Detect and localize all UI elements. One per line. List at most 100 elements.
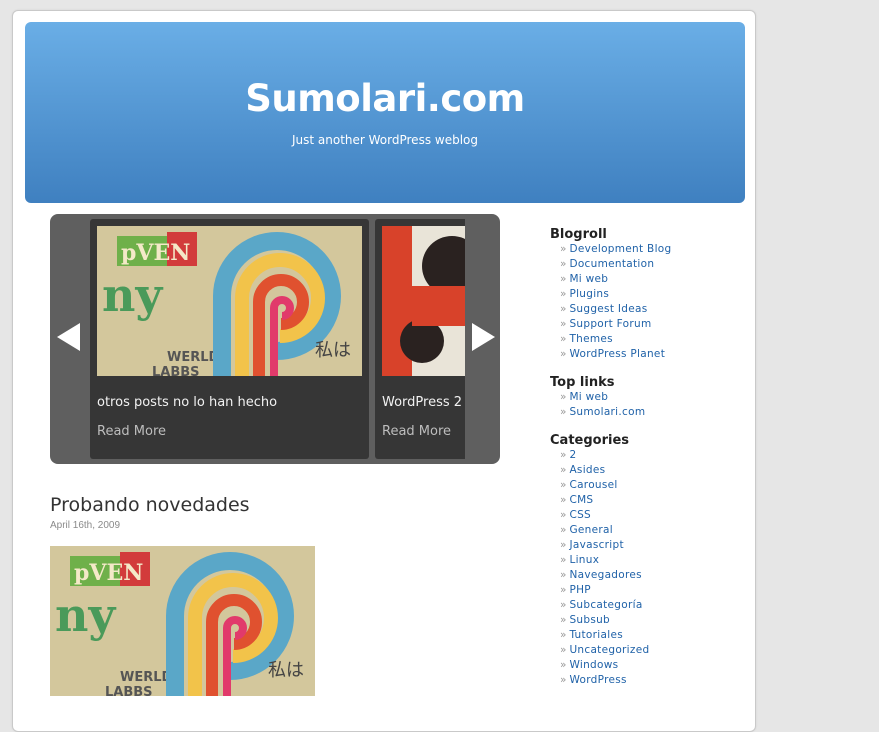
category-item: » General xyxy=(560,523,750,538)
category-item: » CMS xyxy=(560,493,750,508)
carousel-viewport: pVEN ny WERLD LABBS 私は otros posts no lo… xyxy=(90,219,465,459)
blogroll-link[interactable]: Suggest Ideas xyxy=(569,303,647,315)
blogroll-item: » Themes xyxy=(560,332,750,347)
category-link[interactable]: General xyxy=(569,524,612,536)
svg-text:私は: 私は xyxy=(315,340,351,361)
category-item: » Asides xyxy=(560,463,750,478)
site-title[interactable]: Sumolari.com xyxy=(25,77,745,120)
slide-title[interactable]: WordPress 2 xyxy=(382,395,462,410)
slide-thumbnail[interactable]: pVEN ny WERLD LABBS 私は xyxy=(97,226,362,376)
category-link[interactable]: Asides xyxy=(569,464,605,476)
category-item: » Subsub xyxy=(560,613,750,628)
category-link[interactable]: Javascript xyxy=(569,539,623,551)
blogroll-link[interactable]: Themes xyxy=(569,333,613,345)
carousel-next-button[interactable] xyxy=(469,319,497,355)
category-item: » Uncategorized xyxy=(560,643,750,658)
svg-text:ny: ny xyxy=(55,588,116,642)
bullet-icon: » xyxy=(560,599,567,611)
category-link[interactable]: Windows xyxy=(569,659,618,671)
bullet-icon: » xyxy=(560,479,567,491)
slide-thumbnail[interactable] xyxy=(382,226,465,376)
bullet-icon: » xyxy=(560,509,567,521)
category-item: » Navegadores xyxy=(560,568,750,583)
sidebar: Blogroll » Development Blog » Documentatio… xyxy=(550,227,750,688)
toplinks-item: » Mi web xyxy=(560,390,750,405)
bullet-icon: » xyxy=(560,539,567,551)
post-image[interactable]: pVEN ny WERLD LABBS 私は xyxy=(50,546,315,696)
blogroll-link[interactable]: Development Blog xyxy=(569,243,671,255)
toplinks-widget: Top links » Mi web » Sumolari.com xyxy=(550,375,750,420)
carousel-prev-button[interactable] xyxy=(55,319,83,355)
site-tagline: Just another WordPress weblog xyxy=(291,133,478,147)
right-arrow-icon xyxy=(472,323,495,351)
blogroll-item: » Documentation xyxy=(560,257,750,272)
bullet-icon: » xyxy=(560,449,567,461)
category-link[interactable]: Subsub xyxy=(569,614,610,626)
bullet-icon: » xyxy=(560,524,567,536)
bullet-icon: » xyxy=(560,554,567,566)
category-item: » Windows xyxy=(560,658,750,673)
slide-title[interactable]: otros posts no lo han hecho xyxy=(97,395,277,410)
post-carousel: pVEN ny WERLD LABBS 私は otros posts no lo… xyxy=(50,214,500,464)
category-link[interactable]: Navegadores xyxy=(569,569,641,581)
post-date: April 16th, 2009 xyxy=(50,520,121,531)
blogroll-link[interactable]: WordPress Planet xyxy=(569,348,665,360)
category-link[interactable]: CSS xyxy=(569,509,591,521)
category-item: » Subcategoría xyxy=(560,598,750,613)
blogroll-item: » Support Forum xyxy=(560,317,750,332)
svg-text:WERLD: WERLD xyxy=(120,670,173,685)
blogroll-item: » WordPress Planet xyxy=(560,347,750,362)
bullet-icon: » xyxy=(560,494,567,506)
category-item: » Carousel xyxy=(560,478,750,493)
slide-read-more-link[interactable]: Read More xyxy=(382,424,451,439)
left-arrow-icon xyxy=(57,323,80,351)
toplinks-link[interactable]: Mi web xyxy=(569,391,608,403)
bullet-icon: » xyxy=(560,629,567,641)
svg-text:pVEN: pVEN xyxy=(74,560,143,586)
bullet-icon: » xyxy=(560,348,567,360)
bullet-icon: » xyxy=(560,584,567,596)
bullet-icon: » xyxy=(560,318,567,330)
bullet-icon: » xyxy=(560,614,567,626)
bullet-icon: » xyxy=(560,273,567,285)
bullet-icon: » xyxy=(560,303,567,315)
blogroll-link[interactable]: Plugins xyxy=(569,288,609,300)
carousel-slide[interactable]: WordPress 2 Read More xyxy=(375,219,465,459)
svg-text:LABBS: LABBS xyxy=(152,365,200,376)
blogroll-title: Blogroll xyxy=(550,227,607,242)
slide-read-more-link[interactable]: Read More xyxy=(97,424,166,439)
blogroll-widget: Blogroll » Development Blog » Documentatio… xyxy=(550,227,750,362)
svg-text:私は: 私は xyxy=(268,660,304,681)
bullet-icon: » xyxy=(560,333,567,345)
toplinks-link[interactable]: Sumolari.com xyxy=(569,406,645,418)
blogroll-link[interactable]: Mi web xyxy=(569,273,608,285)
svg-text:ny: ny xyxy=(102,268,163,322)
blogroll-item: » Suggest Ideas xyxy=(560,302,750,317)
bullet-icon: » xyxy=(560,243,567,255)
toplinks-item: » Sumolari.com xyxy=(560,405,750,420)
category-link[interactable]: WordPress xyxy=(569,674,626,686)
category-item: » WordPress xyxy=(560,673,750,688)
category-link[interactable]: CMS xyxy=(569,494,593,506)
category-item: » Tutoriales xyxy=(560,628,750,643)
svg-text:LABBS: LABBS xyxy=(105,685,153,696)
svg-text:WERLD: WERLD xyxy=(167,350,220,365)
category-link[interactable]: 2 xyxy=(569,449,576,461)
category-link[interactable]: Subcategoría xyxy=(569,599,642,611)
category-link[interactable]: Linux xyxy=(569,554,599,566)
carousel-slide[interactable]: pVEN ny WERLD LABBS 私は otros posts no lo… xyxy=(90,219,369,459)
category-link[interactable]: Uncategorized xyxy=(569,644,649,656)
post-title-link[interactable]: Probando novedades xyxy=(50,494,250,516)
category-item: » PHP xyxy=(560,583,750,598)
category-link[interactable]: Carousel xyxy=(569,479,617,491)
category-item: » Javascript xyxy=(560,538,750,553)
bullet-icon: » xyxy=(560,569,567,581)
site-header: Sumolari.com Just another WordPress webl… xyxy=(25,22,745,203)
category-link[interactable]: PHP xyxy=(569,584,590,596)
category-link[interactable]: Tutoriales xyxy=(569,629,623,641)
bullet-icon: » xyxy=(560,674,567,686)
blogroll-link[interactable]: Documentation xyxy=(569,258,654,270)
blogroll-item: » Development Blog xyxy=(560,242,750,257)
bullet-icon: » xyxy=(560,391,567,403)
blogroll-link[interactable]: Support Forum xyxy=(569,318,651,330)
